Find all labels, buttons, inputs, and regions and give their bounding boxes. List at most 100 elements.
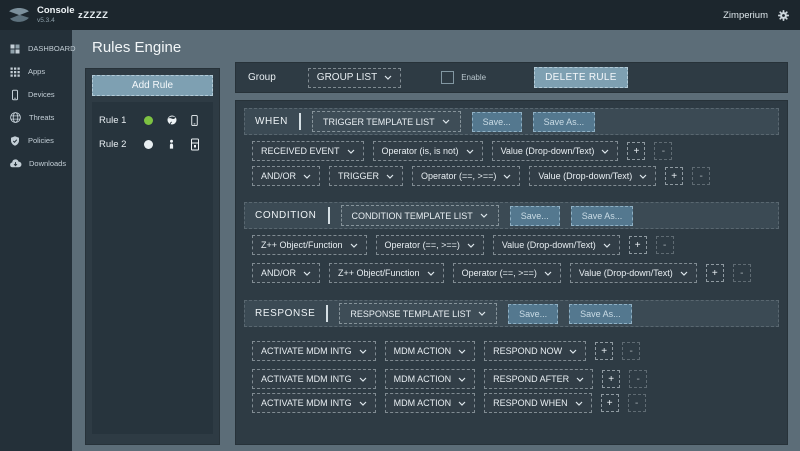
- add-rule-button[interactable]: Add Rule: [92, 75, 213, 96]
- mdm-action-dropdown[interactable]: MDM ACTION: [385, 341, 476, 361]
- phone-icon: [183, 114, 206, 127]
- sidebar-item-threats[interactable]: Threats: [0, 106, 72, 129]
- group-bar: Group GROUP LIST Enable DELETE RULE: [235, 62, 788, 93]
- add-row-button[interactable]: +: [627, 142, 645, 160]
- group-list-dropdown[interactable]: GROUP LIST: [308, 68, 401, 88]
- operator-dropdown[interactable]: Operator (==, >==): [453, 263, 561, 283]
- chevron-down-icon: [601, 149, 609, 154]
- respond-timing-dropdown[interactable]: RESPOND WHEN: [484, 393, 592, 413]
- sidebar-item-label: Threats: [29, 113, 54, 122]
- save-as-button[interactable]: Save As...: [533, 112, 596, 132]
- zimperium-logo-icon: [8, 6, 30, 24]
- chevron-down-icon: [680, 271, 688, 276]
- remove-row-button[interactable]: -: [656, 236, 674, 254]
- mdm-action-dropdown[interactable]: MDM ACTION: [385, 393, 476, 413]
- gear-icon[interactable]: [777, 9, 790, 22]
- rule-list-item[interactable]: Rule 1: [99, 110, 206, 130]
- chevron-down-icon: [350, 243, 358, 248]
- chevron-down-icon: [303, 174, 311, 179]
- condition-row-1: Z++ Object/Function Operator (==, >==) V…: [244, 235, 779, 255]
- mdm-integration-dropdown[interactable]: ACTIVATE MDM INTG: [252, 341, 376, 361]
- respond-timing-dropdown[interactable]: RESPOND AFTER: [484, 369, 593, 389]
- sidebar-item-policies[interactable]: Policies: [0, 129, 72, 152]
- sidebar-item-label: Apps: [28, 67, 45, 76]
- save-button[interactable]: Save...: [510, 206, 560, 226]
- add-row-button[interactable]: +: [602, 370, 620, 388]
- value-dropdown[interactable]: Value (Drop-down/Text): [529, 166, 656, 186]
- chevron-down-icon: [467, 243, 475, 248]
- mdm-integration-dropdown[interactable]: ACTIVATE MDM INTG: [252, 393, 376, 413]
- chevron-down-icon: [478, 311, 486, 316]
- remove-row-button[interactable]: -: [622, 342, 640, 360]
- account-label[interactable]: Zimperium: [723, 10, 768, 21]
- sidebar-item-apps[interactable]: Apps: [0, 60, 72, 83]
- object-function-dropdown[interactable]: Z++ Object/Function: [252, 235, 367, 255]
- rules-list: Rule 1: [92, 102, 213, 434]
- person-icon: [160, 138, 183, 150]
- rule-status-dot: [144, 116, 153, 125]
- divider: [326, 305, 328, 322]
- response-row-1: ACTIVATE MDM INTG MDM ACTION RESPOND NOW…: [244, 341, 779, 361]
- save-button[interactable]: Save...: [472, 112, 522, 132]
- value-dropdown[interactable]: Value (Drop-down/Text): [493, 235, 620, 255]
- sidebar-item-devices[interactable]: Devices: [0, 83, 72, 106]
- remove-row-button[interactable]: -: [628, 394, 646, 412]
- operator-dropdown[interactable]: Operator (==, >==): [376, 235, 484, 255]
- operator-dropdown[interactable]: Operator (==, >==): [412, 166, 520, 186]
- delete-rule-button[interactable]: DELETE RULE: [534, 67, 628, 88]
- trigger-template-dropdown[interactable]: TRIGGER TEMPLATE LIST: [312, 111, 461, 132]
- main-content: Rules Engine Add Rule Rule 1: [72, 30, 800, 451]
- section-header-condition: CONDITION CONDITION TEMPLATE LIST Save..…: [244, 202, 779, 229]
- add-row-button[interactable]: +: [595, 342, 613, 360]
- remove-row-button[interactable]: -: [733, 264, 751, 282]
- chevron-down-icon: [458, 349, 466, 354]
- save-as-button[interactable]: Save As...: [571, 206, 634, 226]
- app-name: Console: [37, 6, 74, 16]
- chevron-down-icon: [359, 401, 367, 406]
- mdm-integration-dropdown[interactable]: ACTIVATE MDM INTG: [252, 369, 376, 389]
- enable-label: Enable: [461, 73, 486, 82]
- andor-dropdown[interactable]: AND/OR: [252, 263, 320, 283]
- enable-checkbox[interactable]: [441, 71, 454, 84]
- dashboard-icon: [9, 43, 21, 55]
- operator-dropdown[interactable]: Operator (is, is not): [373, 141, 483, 161]
- environment-label: zZZZZ: [78, 10, 108, 21]
- andor-dropdown[interactable]: AND/OR: [252, 166, 320, 186]
- chevron-down-icon: [569, 349, 577, 354]
- chevron-down-icon: [384, 75, 392, 80]
- chevron-down-icon: [347, 149, 355, 154]
- value-dropdown[interactable]: Value (Drop-down/Text): [492, 141, 619, 161]
- topbar: Console v5.3.4 zZZZZ Zimperium: [0, 0, 800, 30]
- add-row-button[interactable]: +: [629, 236, 647, 254]
- mdm-action-dropdown[interactable]: MDM ACTION: [385, 369, 476, 389]
- add-row-button[interactable]: +: [706, 264, 724, 282]
- respond-timing-dropdown[interactable]: RESPOND NOW: [484, 341, 586, 361]
- globe-icon: [160, 114, 183, 126]
- remove-row-button[interactable]: -: [654, 142, 672, 160]
- section-title: WHEN: [255, 116, 288, 127]
- sidebar-item-label: Downloads: [29, 159, 66, 168]
- sidebar-item-downloads[interactable]: Downloads: [0, 152, 72, 175]
- remove-row-button[interactable]: -: [629, 370, 647, 388]
- event-dropdown[interactable]: RECEIVED EVENT: [252, 141, 364, 161]
- add-row-button[interactable]: +: [601, 394, 619, 412]
- response-row-3: ACTIVATE MDM INTG MDM ACTION RESPOND WHE…: [244, 393, 779, 413]
- section-header-when: WHEN TRIGGER TEMPLATE LIST Save... Save …: [244, 108, 779, 135]
- remove-row-button[interactable]: -: [692, 167, 710, 185]
- trigger-dropdown[interactable]: TRIGGER: [329, 166, 403, 186]
- chevron-down-icon: [466, 149, 474, 154]
- save-button[interactable]: Save...: [508, 304, 558, 324]
- sidebar-item-dashboard[interactable]: DASHBOARD: [0, 37, 72, 60]
- response-template-dropdown[interactable]: RESPONSE TEMPLATE LIST: [339, 303, 497, 324]
- dropdown-value: CONDITION TEMPLATE LIST: [352, 211, 473, 221]
- add-row-button[interactable]: +: [665, 167, 683, 185]
- kiosk-icon: [183, 138, 206, 151]
- rule-list-item[interactable]: Rule 2: [99, 134, 206, 154]
- save-as-button[interactable]: Save As...: [569, 304, 632, 324]
- chevron-down-icon: [603, 243, 611, 248]
- section-title: RESPONSE: [255, 308, 315, 319]
- dropdown-value: GROUP LIST: [317, 72, 377, 83]
- object-function-dropdown[interactable]: Z++ Object/Function: [329, 263, 444, 283]
- value-dropdown[interactable]: Value (Drop-down/Text): [570, 263, 697, 283]
- condition-template-dropdown[interactable]: CONDITION TEMPLATE LIST: [341, 205, 499, 226]
